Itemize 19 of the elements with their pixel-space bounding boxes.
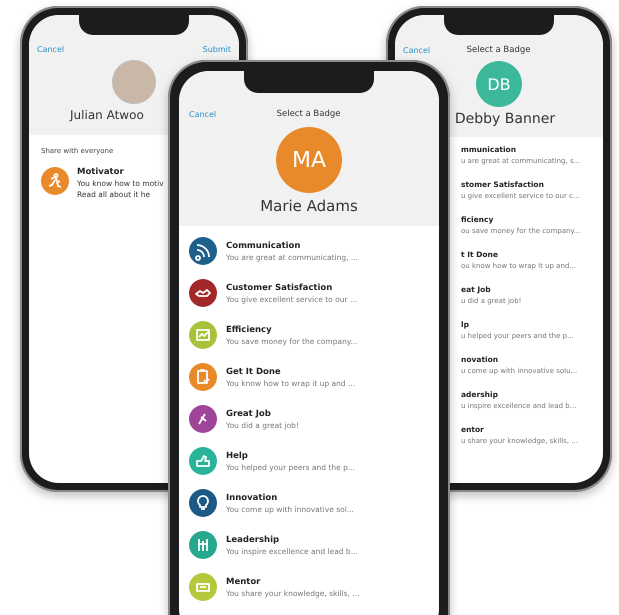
- screen-title: Select a Badge: [276, 109, 340, 119]
- person-name: Debby Banner: [454, 111, 556, 127]
- badge-title[interactable]: Get It Done: [226, 366, 356, 376]
- badge-title[interactable]: Efficiency: [226, 324, 358, 334]
- badge-title: Motivator: [77, 167, 125, 177]
- badge-title[interactable]: Great Job: [226, 408, 299, 418]
- badge-title[interactable]: Mentor: [226, 576, 360, 586]
- badge-title[interactable]: Innovation: [226, 492, 354, 502]
- badge-title[interactable]: Communication: [226, 240, 358, 250]
- initials-avatar: MA: [276, 127, 342, 193]
- avatar-photo-placeholder: [112, 60, 156, 104]
- screen-title: Select a Badge: [466, 45, 530, 55]
- running-figure-icon: [41, 167, 69, 195]
- badge-title[interactable]: Leadership: [226, 534, 358, 544]
- initials-avatar: DB: [476, 61, 522, 107]
- badge-title[interactable]: Help: [226, 450, 355, 460]
- badge-title[interactable]: Customer Satisfaction: [226, 282, 358, 292]
- person-name: Marie Adams: [260, 197, 358, 215]
- person-name: Julian Atwoo: [70, 108, 144, 122]
